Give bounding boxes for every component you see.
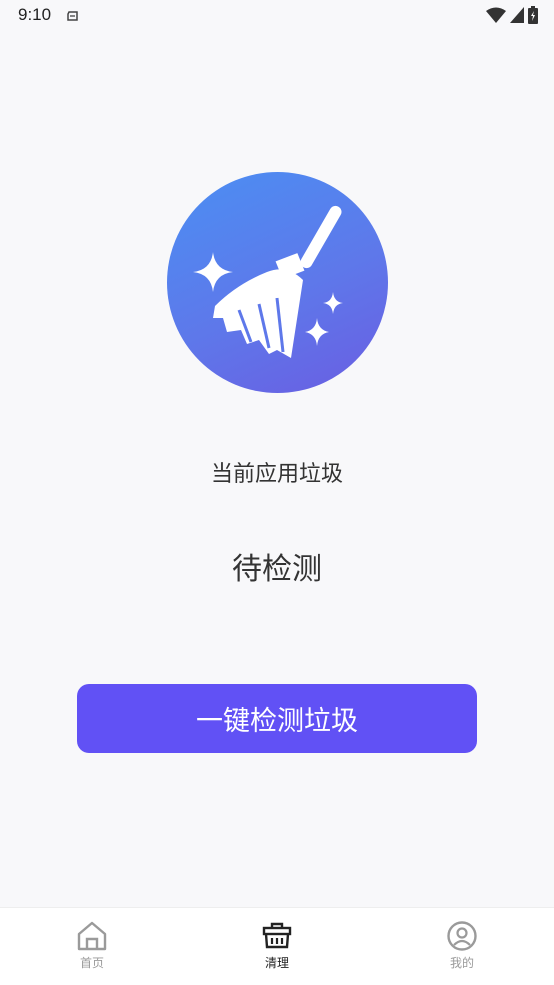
bottom-nav: 首页 清理 我的 [0,907,554,985]
app-garbage-label: 当前应用垃圾 [210,462,343,487]
nav-label-clean: 清理 [264,956,289,970]
detection-status: 待检测 [232,552,322,587]
signal-icon [510,7,524,27]
scan-garbage-button[interactable]: 一键检测垃圾 [77,684,477,753]
battery-icon [528,6,538,28]
clean-icon [262,920,292,952]
nav-item-home[interactable]: 首页 [0,908,184,985]
home-icon [76,920,108,952]
status-bar: 9:10 [0,0,554,32]
broom-icon [193,205,343,358]
wifi-icon [486,7,506,27]
profile-icon [446,920,478,952]
nav-label-profile: 我的 [449,956,474,970]
nav-item-profile[interactable]: 我的 [370,908,554,985]
notification-icon [66,8,80,27]
nav-label-home: 首页 [79,956,104,970]
nav-item-clean[interactable]: 清理 [185,908,369,985]
status-time: 9:10 [18,5,52,24]
hero-circle [167,172,388,393]
